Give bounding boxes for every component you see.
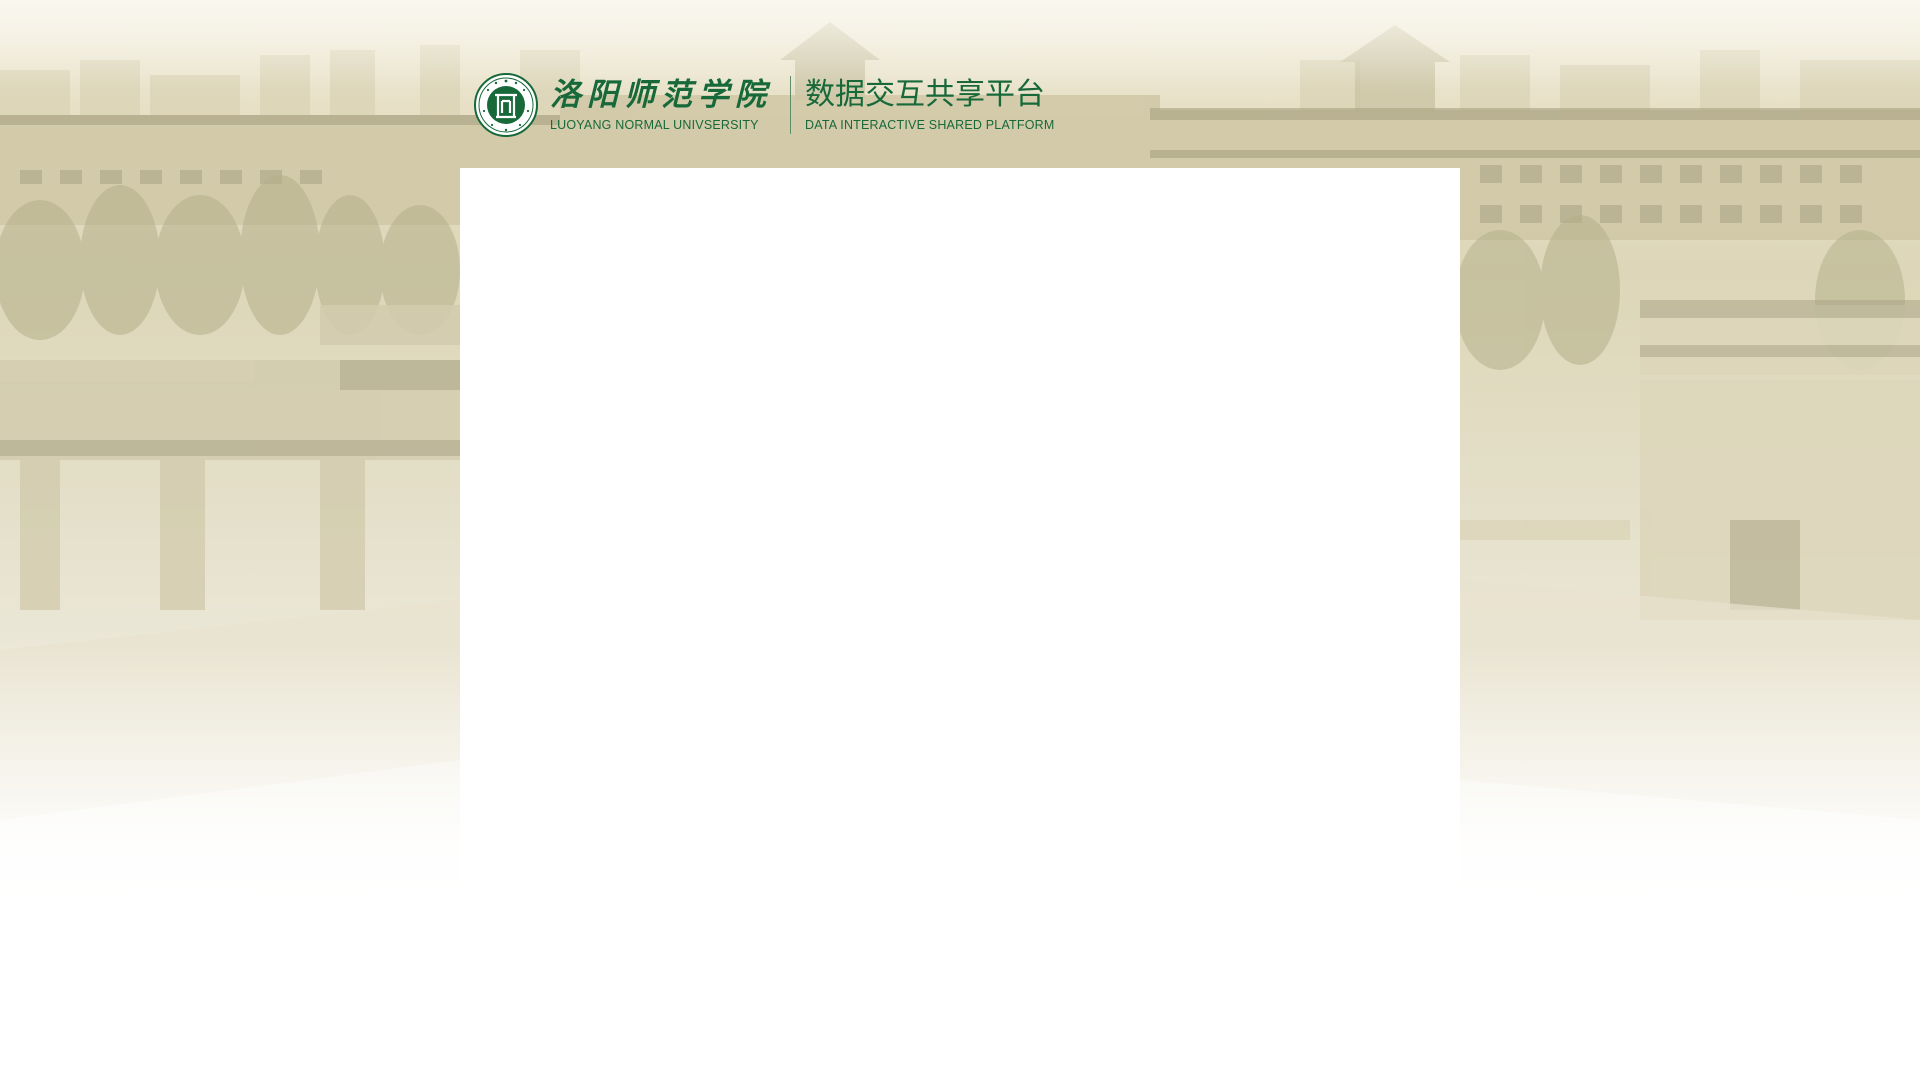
school-name-en: LUOYANG NORMAL UNIVSERSITY [550,118,759,132]
university-seal-icon [474,73,538,137]
main-content-panel [460,168,1460,905]
platform-name-en: DATA INTERACTIVE SHARED PLATFORM [805,118,1055,132]
school-name-cn: 洛阳师范学院 [550,77,772,113]
platform-name-block: 数据交互共享平台 DATA INTERACTIVE SHARED PLATFOR… [805,77,1055,133]
platform-name-cn: 数据交互共享平台 [805,77,1045,112]
page: 洛阳师范学院 LUOYANG NORMAL UNIVSERSITY 数据交互共享… [0,0,1920,1080]
school-name-block: 洛阳师范学院 LUOYANG NORMAL UNIVSERSITY [550,77,772,133]
header-divider [790,76,791,134]
site-header-branding: 洛阳师范学院 LUOYANG NORMAL UNIVSERSITY 数据交互共享… [474,72,1055,138]
